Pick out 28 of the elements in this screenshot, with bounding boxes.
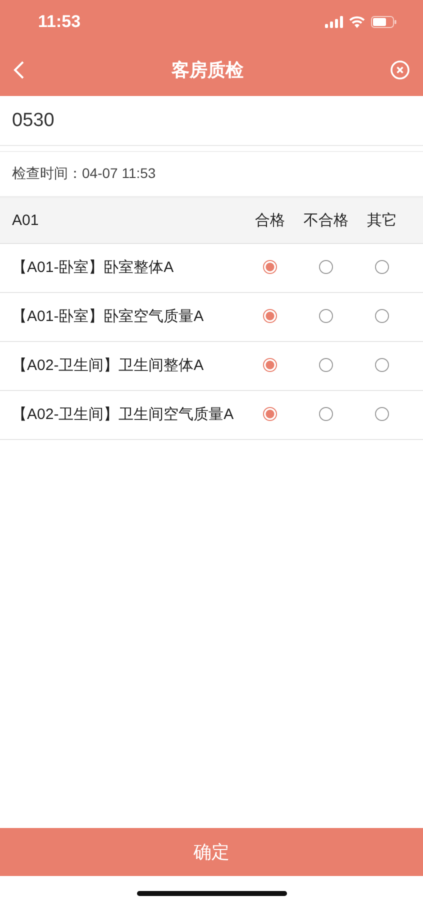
- radio-button[interactable]: [319, 260, 333, 274]
- column-header: 其它: [366, 211, 398, 230]
- radio-button[interactable]: [263, 260, 277, 274]
- radio-button[interactable]: [263, 309, 277, 323]
- battery-icon: [371, 16, 397, 28]
- check-time: 检查时间：04-07 11:53: [12, 165, 156, 183]
- radio-button[interactable]: [375, 260, 389, 274]
- close-icon[interactable]: [390, 60, 410, 80]
- radio-button[interactable]: [263, 407, 277, 421]
- radio-button[interactable]: [375, 309, 389, 323]
- item-label: 【A02-卫生间】卫生间空气质量A: [12, 405, 234, 425]
- wifi-icon: [349, 16, 365, 28]
- radio-button[interactable]: [375, 358, 389, 372]
- radio-button[interactable]: [319, 407, 333, 421]
- radio-button[interactable]: [319, 309, 333, 323]
- radio-button[interactable]: [319, 358, 333, 372]
- column-header: 不合格: [302, 211, 350, 230]
- page-title: 客房质检: [172, 59, 244, 82]
- item-label: 【A01-卧室】卧室空气质量A: [12, 307, 205, 327]
- status-time: 11:53: [38, 12, 81, 32]
- radio-button[interactable]: [263, 358, 277, 372]
- radio-button[interactable]: [375, 407, 389, 421]
- column-header: 合格: [254, 211, 286, 230]
- signal-icon: [325, 16, 343, 28]
- back-icon[interactable]: [13, 61, 25, 79]
- group-label: A01: [12, 212, 40, 229]
- item-label: 【A02-卫生间】卫生间整体A: [12, 356, 205, 376]
- item-label: 【A01-卧室】卧室整体A: [12, 258, 175, 278]
